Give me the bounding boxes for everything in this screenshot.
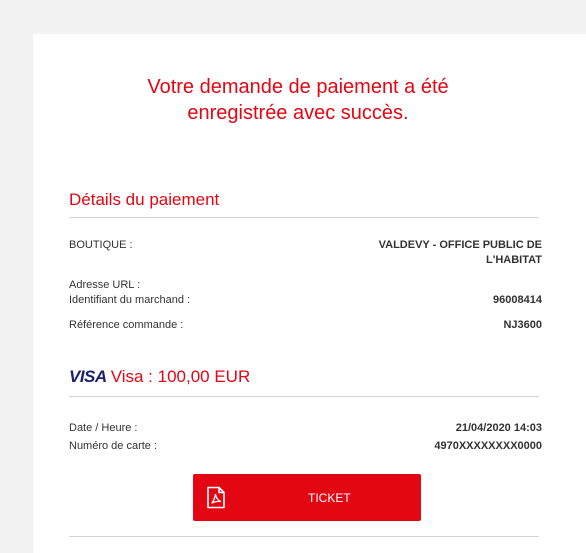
success-message-line1: Votre demande de paiement a été	[147, 76, 449, 98]
order-ref-value: NJ3600	[503, 319, 542, 331]
card-number-value: 4970XXXXXXXX0000	[434, 440, 542, 452]
url-label: Adresse URL :	[69, 279, 141, 291]
success-message-line2: enregistrée avec succès.	[187, 102, 409, 124]
card-summary: VISA Visa : 100,00 EUR	[69, 367, 250, 387]
divider	[69, 396, 539, 397]
shop-value: VALDEVY - OFFICE PUBLIC DE L'HABITAT	[379, 238, 542, 268]
ticket-button-label: TICKET	[308, 491, 351, 505]
pdf-icon	[207, 486, 225, 509]
divider	[69, 217, 539, 218]
merchant-id-value: 96008414	[493, 294, 542, 306]
success-message: Votre demande de paiement a été enregist…	[103, 74, 493, 126]
order-ref-label: Référence commande :	[69, 319, 184, 331]
card-number-label: Numéro de carte :	[69, 440, 158, 452]
datetime-value: 21/04/2020 14:03	[455, 422, 542, 434]
shop-label: BOUTIQUE :	[69, 239, 133, 251]
card-summary-text: Visa : 100,00 EUR	[110, 367, 251, 386]
shop-value-line1: VALDEVY - OFFICE PUBLIC DE	[378, 239, 542, 251]
payment-details-title: Détails du paiement	[69, 190, 220, 209]
shop-value-line2: L'HABITAT	[486, 254, 542, 266]
datetime-label: Date / Heure :	[69, 422, 138, 434]
divider	[69, 536, 539, 537]
visa-logo: VISA	[69, 367, 107, 386]
ticket-button[interactable]: TICKET	[193, 474, 421, 521]
payment-confirmation-card: Votre demande de paiement a été enregist…	[33, 34, 586, 553]
merchant-id-label: Identifiant du marchand :	[69, 294, 191, 306]
